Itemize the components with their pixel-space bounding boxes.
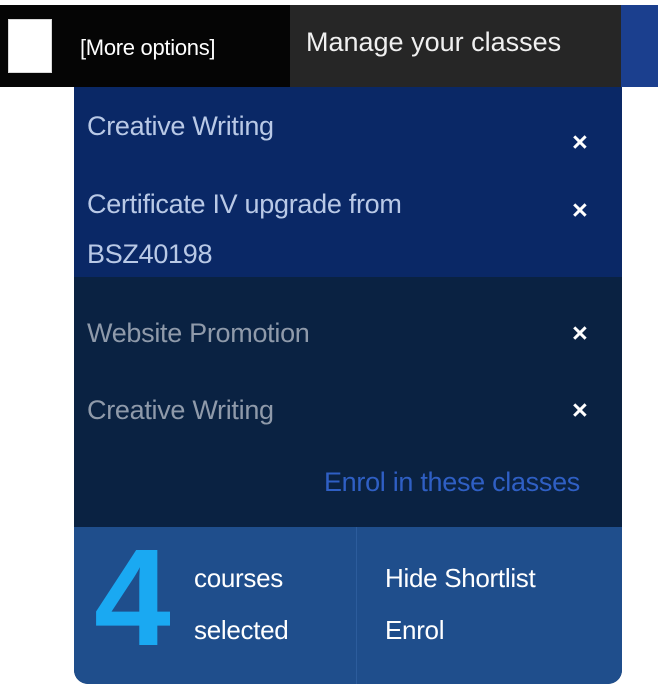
shortlist-dropdown-panel: Creative Writing × Certificate IV upgrad… [74, 87, 622, 684]
footer-divider [356, 527, 357, 684]
shortlist-item-label[interactable]: Website Promotion [87, 308, 507, 358]
shortlist-footer: 4 courses selected Hide Shortlist Enrol [74, 523, 622, 684]
logo-box[interactable] [8, 19, 52, 73]
courses-label: courses [194, 563, 283, 593]
topbar-left-section: [More options] [0, 5, 290, 87]
shortlist-item-label[interactable]: Creative Writing [87, 385, 507, 435]
close-icon[interactable]: × [572, 395, 588, 426]
close-icon[interactable]: × [572, 195, 588, 226]
manage-classes-tab[interactable]: Manage your classes [290, 5, 621, 87]
hide-shortlist-button[interactable]: Hide Shortlist [385, 563, 536, 594]
more-options-link[interactable]: [More options] [80, 35, 216, 61]
shortlist-item-label[interactable]: Certificate IV upgrade from BSZ40198 [87, 179, 507, 279]
close-icon[interactable]: × [572, 318, 588, 349]
topbar-right-edge [621, 5, 658, 87]
top-navigation-bar: [More options] Manage your classes [0, 0, 658, 87]
close-icon[interactable]: × [572, 127, 588, 158]
selected-label: selected [194, 615, 289, 645]
course-count: 4 [94, 521, 171, 675]
enrol-in-classes-link[interactable]: Enrol in these classes [324, 467, 580, 498]
enrol-button[interactable]: Enrol [385, 615, 445, 646]
shortlist-item-label[interactable]: Creative Writing [87, 101, 507, 151]
